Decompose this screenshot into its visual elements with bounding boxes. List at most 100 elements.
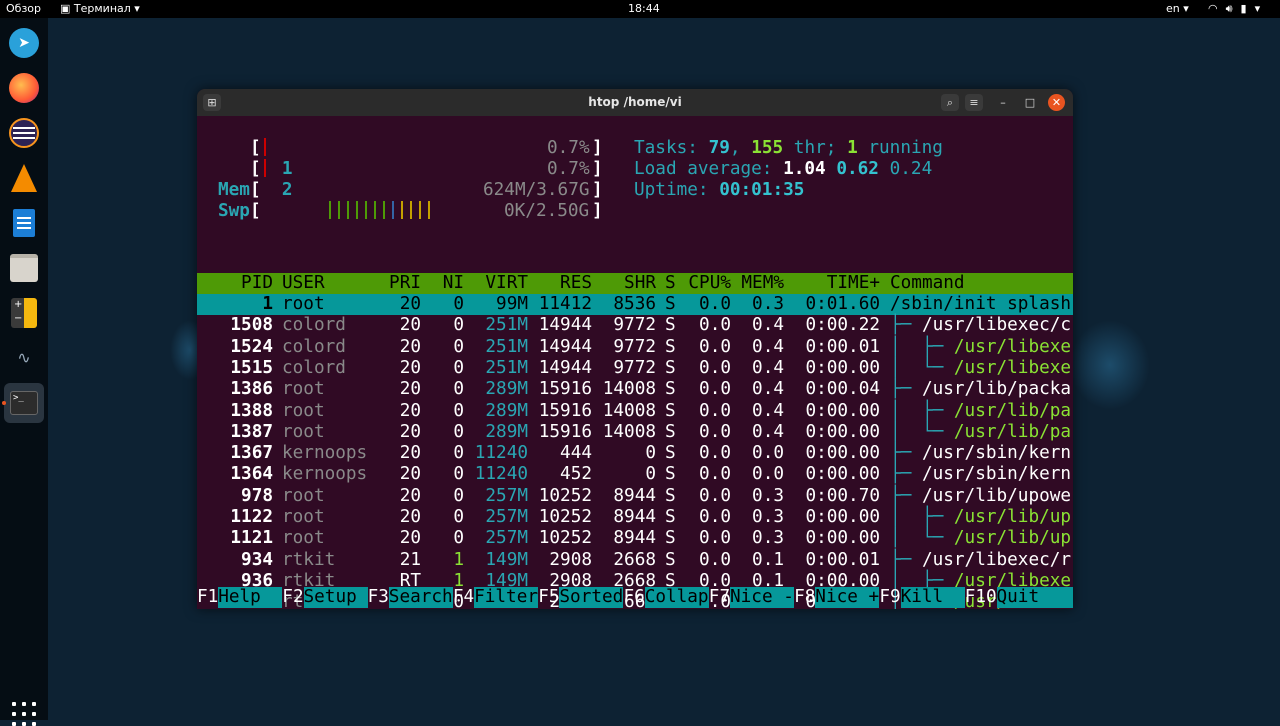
table-row[interactable]: 1388 root 20 0 289M 15916 14008 S 0.0 0.4 0:00.00 │… (197, 401, 1073, 422)
system-menu[interactable]: ◠ 🔊︎ ▮ ▾ (1208, 2, 1268, 16)
running-indicator (2, 401, 6, 405)
col-pri[interactable]: PRI (389, 273, 421, 294)
col-res[interactable]: RES (560, 273, 592, 294)
table-row[interactable]: 1367 kernoops 20 0 11240 444 0 S 0.0 0.0 0:00.00 ├─… (197, 443, 1073, 464)
col-shr[interactable]: SHR (624, 273, 656, 294)
app-menu[interactable]: ▣ Терминал ▾ (60, 2, 140, 16)
cell-command: ├─ /usr/lib/packa (890, 379, 1071, 400)
dock-terminal[interactable]: >_ (2, 383, 44, 423)
calculator-icon: + − (11, 298, 37, 328)
fnkey-label-setup[interactable]: Setup (303, 587, 368, 608)
activities-button[interactable]: Обзор (6, 2, 41, 16)
fnkey-f8[interactable]: F8 (794, 587, 815, 608)
fnkey-f2[interactable]: F2 (282, 587, 303, 608)
language-indicator[interactable]: en ▾ (1166, 2, 1189, 16)
terminal-window[interactable]: ⊞ htop /home/vi ⌕ ≡ – □ ✕ 1 [ 0.7% ] 2 [… (197, 89, 1073, 609)
table-row[interactable]: 1364 kernoops 20 0 11240 452 0 S 0.0 0.0 0:00.00 ├─… (197, 464, 1073, 485)
col-user[interactable]: USER (282, 273, 325, 294)
dock-vlc[interactable] (4, 158, 44, 198)
dock-eclipse[interactable] (4, 113, 44, 153)
fnkey-label-collap[interactable]: Collap (644, 587, 709, 608)
col-pid[interactable]: PID (241, 273, 273, 294)
fnkey-label-sorted[interactable]: Sorted (559, 587, 624, 608)
cell-mem: 0.3 (752, 485, 784, 506)
menu-button[interactable]: ≡ (965, 94, 983, 111)
cell-pid: 1388 (230, 400, 273, 421)
fnkey-f1[interactable]: F1 (197, 587, 218, 608)
fnkey-label-search[interactable]: Search (388, 587, 453, 608)
fnkey-label-filter[interactable]: Filter (474, 587, 539, 608)
fnkey-f5[interactable]: F5 (538, 587, 559, 608)
command-text: /usr/libexec/c (921, 315, 1072, 336)
close-button[interactable]: ✕ (1048, 94, 1065, 111)
fnkey-label-nice[interactable]: Nice + (815, 587, 880, 608)
fnkey-f9[interactable]: F9 (879, 587, 900, 608)
telegram-icon: ➤ (9, 28, 39, 58)
table-row[interactable]: 1121 root 20 0 257M 10252 8944 S 0.0 0.3 0:00.00 │ … (197, 528, 1073, 549)
fnkey-label-nice[interactable]: Nice - (730, 587, 795, 608)
cell-shr: 2668 (613, 549, 656, 570)
cell-pid: 1364 (230, 464, 273, 485)
cell-mem: 0.4 (752, 400, 784, 421)
table-row[interactable]: 1386 root 20 0 289M 15916 14008 S 0.0 0.4 0:00.04 ├… (197, 379, 1073, 400)
search-button[interactable]: ⌕ (941, 94, 959, 111)
dock-system-monitor[interactable]: ∿ (4, 338, 44, 378)
process-table-header[interactable]: PID USER PRI NI VIRT RES SHR S CPU% MEM%… (197, 273, 1073, 294)
cell-time: 0:00.00 (805, 400, 880, 421)
terminal-content[interactable]: 1 [ 0.7% ] 2 [ 0.7% ] Mem [ 624M/3.67G ]… (197, 116, 1073, 609)
dock-firefox[interactable] (4, 68, 44, 108)
fnkey-label-kill[interactable]: Kill (900, 587, 965, 608)
dock-writer[interactable] (4, 203, 44, 243)
table-row[interactable]: 1524 colord 20 0 251M 14944 9772 S 0.0 0.4 0:00.01… (197, 337, 1073, 358)
cell-ni: 0 (453, 315, 464, 336)
command-text: /usr/lib/packa (921, 379, 1072, 400)
cell-command: │ └─ /usr/libexe (890, 358, 1071, 379)
cell-shr: 8944 (613, 528, 656, 549)
cell-ni: 0 (453, 507, 464, 527)
mem-bracket-open: [ (250, 180, 261, 200)
table-row[interactable]: 1387 root 20 0 289M 15916 14008 S 0.0 0.4 0:00.00 │… (197, 422, 1073, 443)
dock: ➤ + − ∿ >_ (0, 18, 48, 726)
system-monitor-icon: ∿ (17, 348, 31, 367)
cell-time: 0:00.00 (805, 464, 880, 485)
cell-res: 452 (560, 464, 592, 485)
dock-telegram[interactable]: ➤ (4, 23, 44, 63)
col-time[interactable]: TIME+ (827, 273, 880, 294)
fnkey-f4[interactable]: F4 (453, 587, 474, 608)
table-row[interactable]: 1508 colord 20 0 251M 14944 9772 S 0.0 0.4 0:00.22… (197, 315, 1073, 336)
cell-pri: 20 (399, 379, 421, 400)
command-text: /usr/lib/pa (953, 421, 1072, 442)
fnkey-f6[interactable]: F6 (624, 587, 645, 608)
fnkey-f7[interactable]: F7 (709, 587, 730, 608)
fnkey-f10[interactable]: F10 (965, 587, 997, 608)
cell-shr: 8944 (613, 507, 656, 527)
show-applications-button[interactable] (12, 702, 36, 726)
clock[interactable]: 18:44 (628, 2, 660, 16)
col-state[interactable]: S (665, 273, 676, 294)
cell-pri: 20 (399, 336, 421, 357)
tasks-count: 79 (708, 138, 730, 158)
col-mem[interactable]: MEM% (741, 273, 784, 294)
minimize-button[interactable]: – (994, 94, 1012, 111)
cell-time: 0:00.22 (805, 315, 880, 336)
dock-calculator[interactable]: + − (4, 293, 44, 333)
fnkey-label-help[interactable]: Help (218, 587, 283, 608)
uptime-label: Uptime: (634, 180, 709, 200)
maximize-button[interactable]: □ (1021, 94, 1039, 111)
table-row[interactable]: 934 rtkit 21 1 149M 2908 2668 S 0.0 0.1 0:00.01 ├─ … (197, 550, 1073, 571)
col-ni[interactable]: NI (443, 273, 464, 294)
table-row[interactable]: 1515 colord 20 0 251M 14944 9772 S 0.0 0.4 0:00.00… (197, 358, 1073, 379)
col-command[interactable]: Command (890, 273, 965, 294)
cell-state: S (665, 485, 676, 506)
col-cpu[interactable]: CPU% (688, 273, 731, 294)
fnkey-label-quit[interactable]: Quit (996, 587, 1073, 608)
dock-files[interactable] (4, 248, 44, 288)
col-virt[interactable]: VIRT (485, 273, 528, 294)
table-row[interactable]: 1 root 20 0 99M 11412 8536 S 0.0 0.3 0:01.60/sbin/… (197, 294, 1073, 315)
window-titlebar[interactable]: ⊞ htop /home/vi ⌕ ≡ – □ ✕ (197, 89, 1073, 116)
table-row[interactable]: 978 root 20 0 257M 10252 8944 S 0.0 0.3 0:00.70 ├─ … (197, 486, 1073, 507)
table-row[interactable]: 1122 root 20 0 257M 10252 8944 S 0.0 0.3 0:00.00 │ … (197, 507, 1073, 528)
cell-state: S (665, 507, 676, 527)
fnkey-f3[interactable]: F3 (368, 587, 389, 608)
command-text: /usr/sbin/kern (921, 443, 1072, 464)
